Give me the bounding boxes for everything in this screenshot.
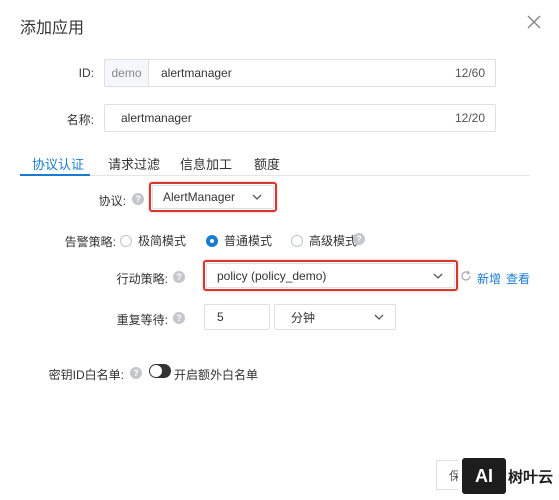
action-policy-label: 行动策略: [116, 272, 168, 286]
id-label: ID: [78, 66, 94, 80]
watermark-logo: AI [462, 458, 506, 494]
watermark-text: 树叶云 [508, 469, 554, 486]
tab-quota[interactable]: 额度 [254, 154, 280, 173]
new-policy-link[interactable]: 新增 [477, 270, 501, 287]
view-policy-link[interactable]: 查看 [506, 270, 530, 287]
protocol-value: AlertManager [163, 190, 236, 204]
radio-normal-mode[interactable]: 普通模式 [206, 232, 272, 249]
radio-simple-label: 极简模式 [138, 234, 187, 248]
chevron-down-icon [433, 273, 443, 279]
radio-simple-mode[interactable]: 极简模式 [120, 232, 186, 249]
repeat-wait-input[interactable]: 5 [204, 304, 270, 330]
name-field[interactable]: alertmanager 12/20 [104, 104, 496, 132]
active-tab-indicator [20, 174, 90, 176]
chevron-down-icon [374, 314, 384, 320]
tab-request-filter[interactable]: 请求过滤 [108, 154, 160, 173]
key-whitelist-label: 密钥ID白名单: [48, 368, 124, 382]
action-policy-value: policy (policy_demo) [217, 268, 327, 283]
name-counter: 12/20 [454, 111, 485, 125]
name-label: 名称: [66, 113, 94, 127]
tab-info-processing[interactable]: 信息加工 [180, 154, 232, 173]
protocol-help-icon[interactable]: ? [132, 193, 144, 205]
repeat-wait-unit-select[interactable]: 分钟 [274, 304, 396, 330]
action-policy-select[interactable]: policy (policy_demo) [206, 263, 455, 288]
repeat-wait-help-icon[interactable]: ? [173, 312, 185, 324]
radio-advanced-mode[interactable]: 高级模式 [291, 232, 357, 249]
key-whitelist-help-icon[interactable]: ? [130, 367, 142, 379]
id-counter: 12/60 [454, 66, 485, 80]
id-value: alertmanager [161, 66, 232, 80]
radio-dot [291, 234, 303, 247]
alert-strategy-help-icon[interactable]: ? [353, 233, 365, 245]
protocol-label: 协议: [98, 194, 126, 208]
toggle-knob [150, 365, 162, 377]
refresh-icon[interactable] [460, 270, 472, 282]
id-field[interactable]: demo alertmanager 12/60 [104, 59, 496, 87]
tab-bar: 协议认证 请求过滤 信息加工 额度 [20, 150, 530, 176]
repeat-wait-unit: 分钟 [291, 310, 316, 325]
whitelist-toggle-label: 开启额外白名单 [174, 368, 259, 382]
id-prefix: demo [105, 60, 149, 86]
watermark: AI 树叶云 [458, 452, 559, 500]
close-icon[interactable] [524, 12, 544, 32]
name-value: alertmanager [121, 111, 192, 125]
chevron-down-icon [252, 194, 262, 200]
protocol-select[interactable]: AlertManager [152, 185, 274, 209]
action-policy-help-icon[interactable]: ? [173, 271, 185, 283]
tab-protocol-auth[interactable]: 协议认证 [32, 154, 84, 173]
repeat-wait-label: 重复等待: [116, 313, 168, 327]
whitelist-toggle[interactable] [149, 364, 171, 378]
radio-advanced-label: 高级模式 [309, 234, 358, 248]
repeat-wait-value: 5 [217, 310, 224, 324]
radio-dot-checked [206, 234, 218, 247]
radio-dot [120, 234, 132, 247]
dialog-title: 添加应用 [20, 20, 85, 37]
alert-strategy-label: 告警策略: [64, 235, 116, 249]
radio-normal-label: 普通模式 [224, 234, 273, 248]
